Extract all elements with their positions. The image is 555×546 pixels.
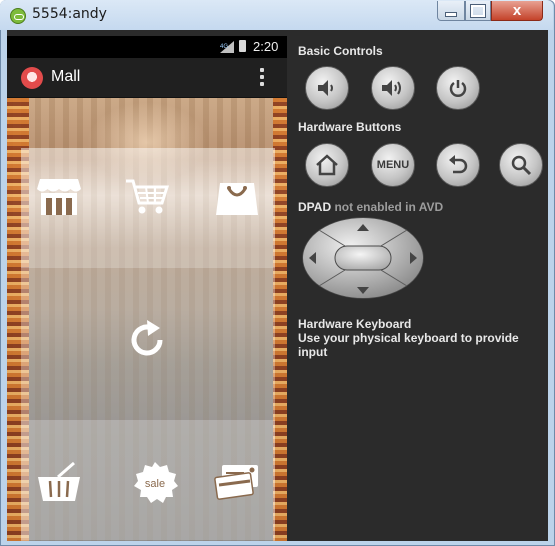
- shopping-cart-icon: [126, 179, 170, 214]
- sale-badge-text: sale: [145, 478, 165, 490]
- back-button[interactable]: [436, 143, 480, 187]
- dpad-label: DPAD not enabled in AVD: [298, 200, 443, 214]
- phone-screen: 4G 2:20 Mall sale: [7, 36, 287, 541]
- refresh-tile[interactable]: [123, 318, 171, 362]
- keyboard-note: Use your physical keyboard to provide in…: [298, 331, 519, 359]
- svg-text:4G: 4G: [220, 44, 228, 50]
- sale-tile[interactable]: sale: [131, 460, 179, 504]
- battery-icon: [239, 40, 246, 52]
- store-icon: [37, 179, 81, 215]
- store-tile[interactable]: [35, 174, 83, 218]
- menu-button[interactable]: MENU: [371, 143, 415, 187]
- shopping-bag-icon: [216, 183, 258, 215]
- sale-badge-icon: sale: [134, 462, 178, 503]
- home-button[interactable]: [305, 143, 349, 187]
- title-bar: 5554:andy x: [0, 0, 553, 30]
- dpad-title: DPAD: [298, 200, 332, 214]
- bag-tile[interactable]: [213, 174, 261, 218]
- basket-icon: [38, 461, 80, 501]
- credit-card-icon: [214, 465, 258, 500]
- close-icon: x: [512, 1, 522, 19]
- power-button[interactable]: [436, 66, 480, 110]
- mall-logo-icon: [21, 67, 43, 89]
- basket-tile[interactable]: [35, 460, 83, 504]
- volume-up-button[interactable]: [371, 66, 415, 110]
- home-icon: [316, 154, 338, 176]
- volume-down-icon: [318, 80, 333, 96]
- payment-tile[interactable]: [213, 460, 261, 504]
- decor-lights-right: [273, 98, 287, 541]
- search-icon: [511, 155, 532, 176]
- close-button[interactable]: x: [491, 1, 543, 21]
- dpad-note: not enabled in AVD: [334, 200, 444, 214]
- app-title: Mall: [51, 68, 81, 85]
- refresh-icon: [131, 320, 163, 356]
- keyboard-label: Hardware Keyboard: [298, 317, 412, 331]
- maximize-button[interactable]: [465, 1, 491, 21]
- overflow-menu-icon[interactable]: [259, 68, 265, 88]
- dpad-control[interactable]: [301, 216, 425, 300]
- volume-up-icon: [382, 80, 401, 96]
- basic-controls-label: Basic Controls: [298, 44, 383, 58]
- hardware-buttons-label: Hardware Buttons: [298, 120, 402, 134]
- status-bar: 4G 2:20: [7, 36, 287, 58]
- power-icon: [449, 80, 467, 97]
- back-icon: [449, 155, 468, 174]
- cart-tile[interactable]: [123, 174, 171, 218]
- volume-down-button[interactable]: [305, 66, 349, 110]
- action-bar: Mall: [7, 58, 287, 98]
- status-time: 2:20: [253, 39, 279, 54]
- menu-button-label: MENU: [376, 159, 410, 171]
- search-button[interactable]: [499, 143, 543, 187]
- window-title: 5554:andy: [32, 6, 107, 22]
- signal-icon: 4G: [220, 41, 234, 53]
- android-app-icon: [10, 8, 26, 24]
- minimize-button[interactable]: [437, 1, 465, 21]
- emulator-body: 4G 2:20 Mall sale Basic Controls Hardwar…: [7, 30, 548, 541]
